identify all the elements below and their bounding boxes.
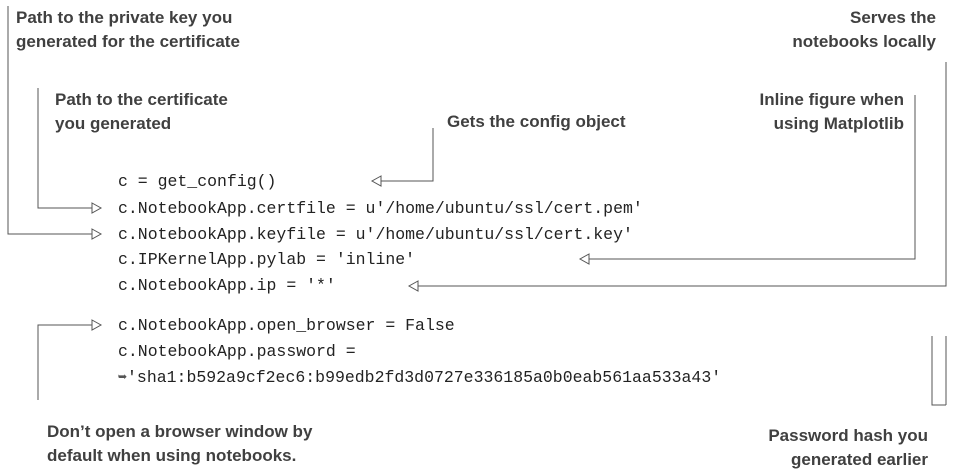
annotation-inline-figure: Inline figure when using Matplotlib (759, 90, 904, 133)
code-line-password: c.NotebookApp.password = (118, 342, 356, 361)
line-continuation-arrow-icon: ➥ (118, 370, 128, 387)
code-line-pylab: c.IPKernelApp.pylab = 'inline' (118, 250, 416, 269)
arrowhead-inline-figure (578, 253, 590, 265)
bracket-password-hash (931, 336, 946, 406)
code-line-hash: ➥'sha1:b592a9cf2ec6:b99edb2fd3d0727e3361… (118, 368, 721, 389)
code-line-ip: c.NotebookApp.ip = '*' (118, 276, 336, 295)
arrowhead-config-object (370, 175, 382, 187)
arrowhead-no-browser (91, 319, 103, 331)
arrowhead-private-key (91, 228, 103, 240)
code-line-get-config: c = get_config() (118, 172, 277, 191)
code-line-keyfile: c.NotebookApp.keyfile = u'/home/ubuntu/s… (118, 225, 633, 244)
leader-no-browser (37, 324, 92, 400)
arrowhead-certificate (91, 202, 103, 214)
annotation-certificate: Path to the certificate you generated (55, 90, 228, 133)
annotation-config-object: Gets the config object (447, 112, 626, 131)
annotation-serves-locally: Serves the notebooks locally (792, 8, 936, 51)
annotation-no-browser: Don’t open a browser window by default w… (47, 422, 313, 465)
annotation-password-hash: Password hash you generated earlier (768, 426, 928, 469)
arrowhead-serves-locally (407, 280, 419, 292)
code-line-certfile: c.NotebookApp.certfile = u'/home/ubuntu/… (118, 199, 643, 218)
code-hash-value: 'sha1:b592a9cf2ec6:b99edb2fd3d0727e33618… (127, 368, 722, 387)
annotation-private-key: Path to the private key you generated fo… (16, 8, 240, 51)
code-line-open-browser: c.NotebookApp.open_browser = False (118, 316, 455, 335)
leader-config-object (381, 128, 434, 182)
